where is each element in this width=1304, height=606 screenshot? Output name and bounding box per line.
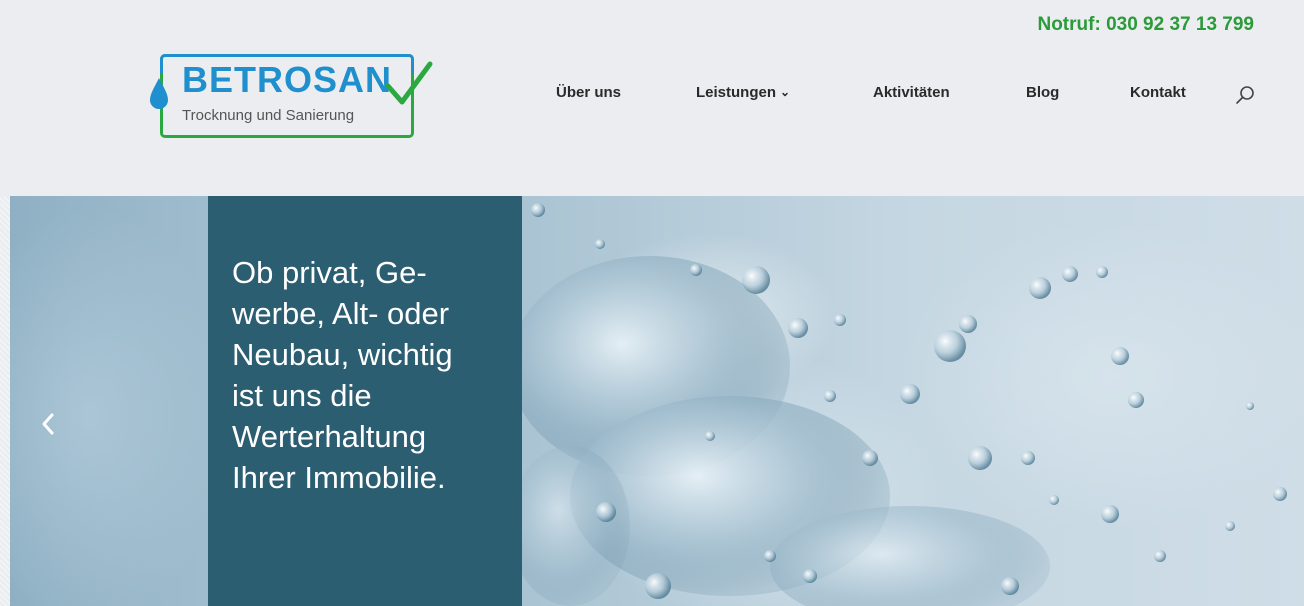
logo-tagline: Trocknung und Sanierung xyxy=(182,107,355,124)
hero-line: Neubau, wichtig xyxy=(232,337,453,372)
hero-line: ist uns die xyxy=(232,378,372,413)
logo-name: BETROSAN xyxy=(178,59,397,101)
hero-line: Ihrer Immobilie. xyxy=(232,460,446,495)
hero-line: Werterhaltung xyxy=(232,419,427,454)
hero-text-box: Ob privat, Ge- werbe, Alt- oder Neubau, … xyxy=(208,196,522,606)
search-icon[interactable] xyxy=(1234,84,1256,111)
nav-item-aktivitaeten[interactable]: Aktivitäten xyxy=(873,84,950,101)
water-splash-image xyxy=(510,203,1287,606)
hero-line: Ob privat, Ge- xyxy=(232,255,427,290)
nav-label: Aktivitäten xyxy=(873,84,950,101)
chevron-left-icon xyxy=(42,413,54,435)
nav-item-blog[interactable]: Blog xyxy=(1026,84,1059,101)
nav-item-leistungen[interactable]: Leistungen ⌄ xyxy=(696,84,790,101)
nav-item-kontakt[interactable]: Kontakt xyxy=(1130,84,1186,101)
hero-headline: Ob privat, Ge- werbe, Alt- oder Neubau, … xyxy=(232,252,522,498)
nav-label: Blog xyxy=(1026,84,1060,101)
site-header: Notruf: 030 92 37 13 799 BETROSAN Trockn… xyxy=(0,0,1304,196)
slider-prev-button[interactable] xyxy=(38,409,58,444)
nav-label: Kontakt xyxy=(1130,84,1186,101)
nav-label: Leistungen xyxy=(696,84,777,101)
chevron-down-icon: ⌄ xyxy=(780,85,791,99)
nav-item-ueber-uns[interactable]: Über uns xyxy=(556,84,621,101)
nav-label: Über uns xyxy=(556,84,622,101)
checkmark-icon xyxy=(385,61,433,105)
water-drop-icon xyxy=(150,78,168,109)
site-logo[interactable]: BETROSAN Trocknung und Sanierung xyxy=(148,50,438,142)
hero-slider: Ob privat, Ge- werbe, Alt- oder Neubau, … xyxy=(10,196,1304,606)
hero-line: werbe, Alt- oder xyxy=(232,296,450,331)
emergency-phone[interactable]: Notruf: 030 92 37 13 799 xyxy=(1037,14,1254,36)
